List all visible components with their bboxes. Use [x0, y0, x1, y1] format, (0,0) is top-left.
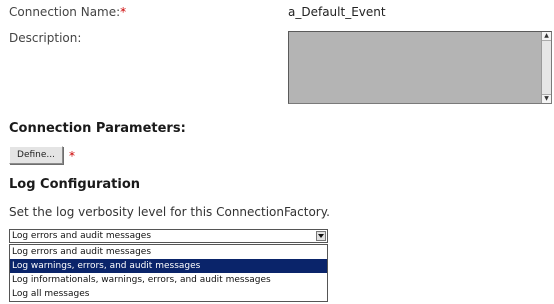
- connection-name-label: Connection Name:*: [9, 5, 126, 19]
- scroll-down-arrow-icon[interactable]: ▼: [542, 94, 551, 103]
- log-option-all-messages[interactable]: Log all messages: [10, 287, 327, 301]
- log-verbosity-selected-value: Log errors and audit messages: [12, 231, 152, 241]
- description-scrollbar[interactable]: ▲ ▼: [541, 32, 551, 103]
- define-button[interactable]: Define...: [9, 146, 63, 164]
- log-option-errors-audit[interactable]: Log errors and audit messages: [10, 245, 327, 259]
- connection-parameters-heading: Connection Parameters:: [9, 121, 186, 136]
- required-asterisk: *: [120, 5, 127, 19]
- define-required-asterisk: *: [69, 149, 75, 163]
- scroll-up-arrow-icon[interactable]: ▲: [542, 32, 551, 41]
- connection-name-label-text: Connection Name:: [9, 5, 121, 19]
- description-label: Description:: [9, 31, 82, 45]
- description-textarea[interactable]: ▲ ▼: [288, 31, 552, 104]
- log-verbosity-select[interactable]: Log errors and audit messages: [9, 229, 328, 243]
- log-configuration-description: Set the log verbosity level for this Con…: [9, 205, 330, 219]
- log-verbosity-dropdown-list[interactable]: Log errors and audit messages Log warnin…: [9, 244, 328, 302]
- connection-name-value: a_Default_Event: [288, 5, 386, 19]
- chevron-down-icon[interactable]: [316, 231, 326, 241]
- log-option-informationals-warnings-errors-audit[interactable]: Log informationals, warnings, errors, an…: [10, 273, 327, 287]
- log-configuration-heading: Log Configuration: [9, 177, 141, 192]
- log-option-warnings-errors-audit[interactable]: Log warnings, errors, and audit messages: [10, 259, 327, 273]
